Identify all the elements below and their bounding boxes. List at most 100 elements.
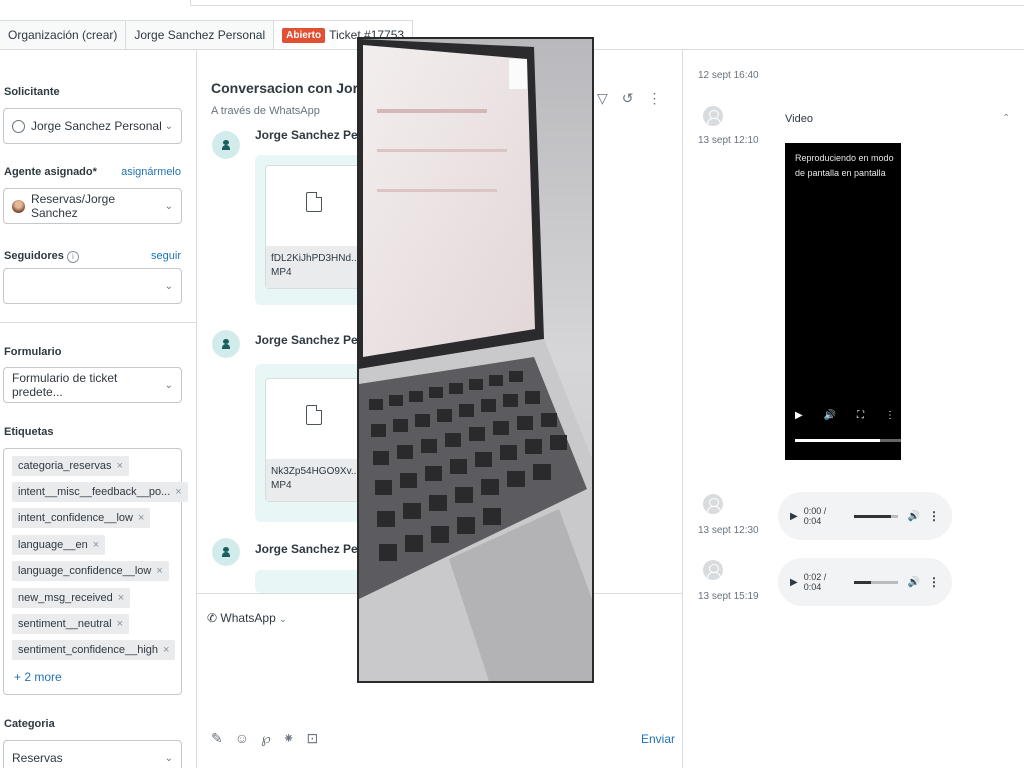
customer-avatar bbox=[212, 330, 240, 358]
tag-chip[interactable]: categoria_reservas × bbox=[12, 456, 129, 476]
close-icon[interactable]: × bbox=[163, 644, 169, 656]
form-value: Formulario de ticket predete... bbox=[12, 371, 118, 399]
assign-to-me-link[interactable]: asignármelo bbox=[121, 166, 181, 178]
conversation-toolbar: ▽ ↺ ⋮ bbox=[597, 90, 662, 107]
fullscreen-icon[interactable]: ⛶ bbox=[857, 410, 864, 421]
follow-link[interactable]: seguir bbox=[151, 250, 181, 262]
timestamp: 12 sept 16:40 bbox=[698, 70, 759, 81]
requester-label: Solicitante bbox=[4, 86, 60, 98]
file-name: fDL2KiJhPD3HNd... bbox=[271, 253, 360, 264]
tag-chip[interactable]: sentiment__neutral × bbox=[12, 614, 129, 634]
attachment-icon[interactable]: ℘ bbox=[261, 730, 271, 747]
volume-icon[interactable]: 🔊 bbox=[908, 511, 920, 522]
tags-label: Etiquetas bbox=[4, 426, 54, 438]
close-icon[interactable]: × bbox=[117, 460, 123, 472]
send-button[interactable]: Enviar bbox=[641, 732, 675, 746]
tab-requester[interactable]: Jorge Sanchez Personal bbox=[125, 20, 274, 50]
emoji-icon[interactable]: ☺ bbox=[235, 730, 249, 747]
tab-bar: Organización (crear) Jorge Sanchez Perso… bbox=[0, 20, 414, 50]
audio-progress-fill bbox=[853, 514, 891, 518]
audio-progress[interactable] bbox=[853, 514, 898, 518]
file-type: MP4 bbox=[271, 480, 292, 491]
section-divider bbox=[0, 322, 196, 323]
audio-progress[interactable] bbox=[853, 580, 898, 584]
video-progress[interactable] bbox=[795, 439, 901, 442]
tag-chip[interactable]: intent_confidence__low × bbox=[12, 508, 151, 528]
category-label: Categoria bbox=[4, 718, 55, 730]
tab-organization[interactable]: Organización (crear) bbox=[0, 20, 126, 50]
tag-label: sentiment_confidence__high bbox=[18, 644, 159, 656]
file-icon bbox=[306, 192, 322, 212]
tag-label: new_msg_received bbox=[18, 592, 113, 604]
more-options-icon[interactable]: ⋮ bbox=[928, 575, 940, 589]
audio-time: 0:00 / 0:04 bbox=[803, 506, 827, 526]
ticket-properties-panel: Solicitante Jorge Sanchez Personal ⌄ Age… bbox=[0, 50, 197, 768]
chevron-down-icon: ⌄ bbox=[164, 200, 173, 212]
form-select[interactable]: Formulario de ticket predete... ⌄ bbox=[3, 367, 182, 403]
user-avatar-icon bbox=[703, 494, 723, 514]
file-name: Nk3Zp54HGO9Xv... bbox=[271, 466, 360, 477]
category-select[interactable]: Reservas ⌄ bbox=[3, 740, 182, 768]
requester-value: Jorge Sanchez Personal bbox=[31, 119, 162, 133]
tag-chip[interactable]: sentiment_confidence__high × bbox=[12, 640, 176, 660]
play-icon[interactable]: ▶ bbox=[795, 410, 803, 421]
pip-video-window[interactable] bbox=[357, 37, 594, 683]
more-options-icon[interactable]: ⋮ bbox=[885, 410, 895, 421]
video-player[interactable]: Reproduciendo en modo de pantalla en pan… bbox=[785, 143, 901, 460]
close-icon[interactable]: × bbox=[118, 592, 124, 604]
tag-label: language_confidence__low bbox=[18, 565, 152, 577]
play-icon[interactable]: ▶ bbox=[790, 577, 798, 588]
conversation-subtitle: A través de WhatsApp bbox=[211, 105, 320, 117]
close-icon[interactable]: × bbox=[117, 618, 123, 630]
audio-player[interactable]: ▶ 0:00 / 0:04 🔊 ⋮ bbox=[778, 492, 952, 540]
edit-icon[interactable]: ✎ bbox=[211, 730, 223, 747]
customer-avatar bbox=[212, 538, 240, 566]
tag-chip[interactable]: intent__misc__feedback__po... × bbox=[12, 482, 188, 502]
followers-label-text: Seguidores bbox=[4, 250, 64, 262]
more-options-icon[interactable]: ⋮ bbox=[648, 90, 662, 107]
assignee-select[interactable]: Reservas/Jorge Sanchez ⌄ bbox=[3, 188, 182, 224]
video-controls: ▶ 🔊 ⛶ ⋮ bbox=[795, 410, 895, 421]
audio-player[interactable]: ▶ 0:02 / 0:04 🔊 ⋮ bbox=[778, 558, 952, 606]
timestamp: 13 sept 12:30 bbox=[698, 525, 759, 536]
channel-label: WhatsApp bbox=[220, 611, 276, 625]
followers-select[interactable]: ⌄ bbox=[3, 268, 182, 304]
play-icon[interactable]: ▶ bbox=[790, 511, 798, 522]
assignee-value: Reservas/Jorge Sanchez bbox=[30, 192, 115, 220]
close-icon[interactable]: × bbox=[156, 565, 162, 577]
magic-wand-icon[interactable]: ⁕ bbox=[283, 730, 295, 747]
tag-label: intent__misc__feedback__po... bbox=[18, 486, 171, 498]
close-icon[interactable]: × bbox=[93, 539, 99, 551]
tab-label: Jorge Sanchez Personal bbox=[134, 28, 266, 42]
audio-progress-fill bbox=[853, 580, 872, 584]
volume-icon[interactable]: 🔊 bbox=[908, 577, 920, 588]
more-options-icon[interactable]: ⋮ bbox=[928, 509, 940, 523]
tag-label: intent_confidence__low bbox=[18, 512, 133, 524]
more-tags-link[interactable]: + 2 more bbox=[14, 670, 62, 684]
category-value: Reservas bbox=[12, 751, 63, 765]
history-icon[interactable]: ↺ bbox=[622, 90, 634, 107]
requester-select[interactable]: Jorge Sanchez Personal ⌄ bbox=[3, 108, 182, 144]
close-icon[interactable]: × bbox=[175, 486, 181, 498]
form-label: Formulario bbox=[4, 346, 62, 358]
tag-label: categoria_reservas bbox=[18, 460, 112, 472]
timestamp: 13 sept 15:19 bbox=[698, 591, 759, 602]
tag-chip[interactable]: language_confidence__low × bbox=[12, 561, 169, 581]
status-badge: Abierto bbox=[282, 27, 326, 43]
filter-icon[interactable]: ▽ bbox=[597, 90, 608, 107]
tag-chip[interactable]: new_msg_received × bbox=[12, 588, 131, 608]
audio-time: 0:02 / 0:04 bbox=[803, 572, 827, 592]
tag-label: language__en bbox=[18, 539, 88, 551]
timestamp: 13 sept 12:10 bbox=[698, 135, 759, 146]
video-progress-fill bbox=[795, 439, 880, 442]
video-label: Video bbox=[785, 113, 813, 125]
laptop-video-frame bbox=[359, 39, 592, 681]
close-icon[interactable]: × bbox=[138, 512, 144, 524]
channel-selector[interactable]: ✆ WhatsApp ⌄ bbox=[207, 611, 287, 625]
tag-chip[interactable]: language__en × bbox=[12, 535, 106, 555]
macro-icon[interactable]: ⊡ bbox=[307, 730, 319, 747]
info-icon[interactable]: i bbox=[66, 251, 79, 263]
user-icon bbox=[12, 119, 25, 133]
chevron-up-icon[interactable]: ⌃ bbox=[1002, 113, 1010, 124]
volume-icon[interactable]: 🔊 bbox=[824, 410, 836, 421]
